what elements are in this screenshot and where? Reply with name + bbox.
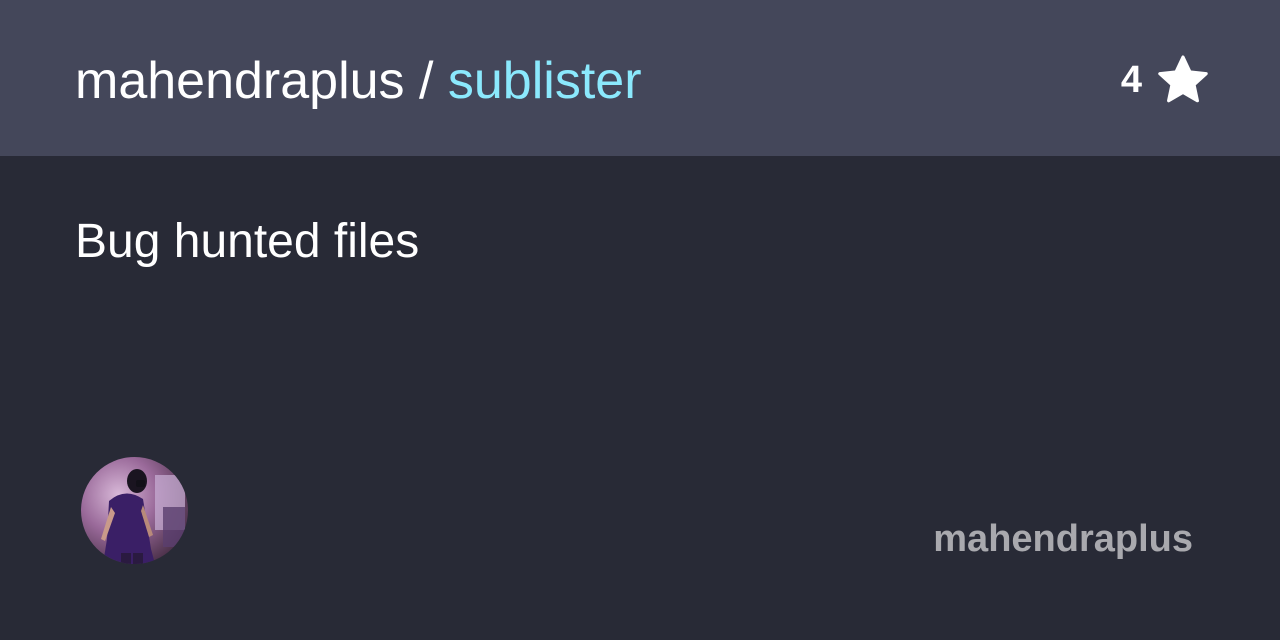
- repo-separator: /: [404, 52, 448, 110]
- repo-name[interactable]: sublister: [448, 52, 642, 110]
- avatar[interactable]: [81, 457, 188, 564]
- repo-owner[interactable]: mahendraplus: [75, 52, 405, 110]
- star-count: 4: [1120, 59, 1142, 101]
- repo-title[interactable]: mahendraplus / sublister: [75, 50, 642, 112]
- repo-description: Bug hunted files: [75, 215, 420, 268]
- repo-card: mahendraplus / sublister 4 Bug hunted fi…: [0, 0, 1280, 640]
- star-icon: [1158, 55, 1208, 103]
- username[interactable]: mahendraplus: [933, 515, 1193, 563]
- card-header: mahendraplus / sublister 4: [0, 0, 1280, 156]
- star-counter[interactable]: 4: [1121, 52, 1210, 108]
